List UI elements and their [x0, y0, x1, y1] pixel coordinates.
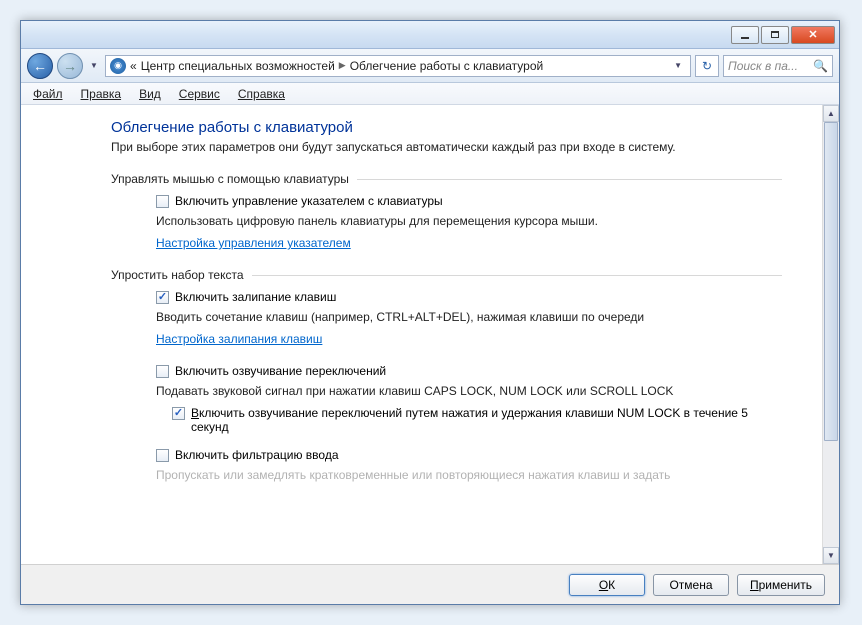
vertical-scrollbar[interactable]: ▲ ▼ [822, 105, 839, 564]
chevron-right-icon: ▶ [339, 60, 346, 71]
checkbox-label: Включить озвучивание переключений [175, 364, 386, 378]
close-button[interactable]: ✕ [791, 26, 835, 44]
breadcrumb-item-2[interactable]: Облегчение работы с клавиатурой [350, 59, 544, 73]
menu-help[interactable]: Справка [230, 85, 293, 103]
page-title: Облегчение работы с клавиатурой [111, 119, 782, 136]
checkbox-icon [156, 291, 169, 304]
checkbox-label: Включить фильтрацию ввода [175, 448, 339, 462]
checkbox-toggle-keys-numlock[interactable]: Включить озвучивание переключений путем … [172, 406, 782, 434]
content-area: Облегчение работы с клавиатурой При выбо… [21, 105, 839, 564]
menu-file[interactable]: Файл [25, 85, 71, 103]
search-input[interactable]: Поиск в па... 🔍 [723, 55, 833, 77]
breadcrumb-icon: ◉ [110, 58, 126, 74]
search-placeholder: Поиск в па... [728, 59, 798, 73]
scroll-down-button[interactable]: ▼ [823, 547, 839, 564]
forward-button[interactable]: → [57, 53, 83, 79]
toggle-keys-desc: Подавать звуковой сигнал при нажатии кла… [156, 384, 782, 398]
cancel-button[interactable]: Отмена [653, 574, 729, 596]
link-sticky-keys-settings[interactable]: Настройка залипания клавиш [156, 332, 782, 346]
checkbox-icon [172, 407, 185, 420]
checkbox-toggle-keys[interactable]: Включить озвучивание переключений [156, 364, 782, 378]
section-mouse-head: Управлять мышью с помощью клавиатуры [111, 172, 782, 186]
apply-button[interactable]: Применить [737, 574, 825, 596]
section-typing-head: Упростить набор текста [111, 268, 782, 282]
sticky-keys-desc: Вводить сочетание клавиш (например, CTRL… [156, 310, 782, 324]
titlebar: ✕ [21, 21, 839, 49]
content-scroll: Облегчение работы с клавиатурой При выбо… [21, 105, 822, 564]
refresh-button[interactable]: ↻ [695, 55, 719, 77]
menu-edit[interactable]: Правка [73, 85, 130, 103]
checkbox-icon [156, 449, 169, 462]
scroll-track[interactable] [823, 122, 839, 547]
checkbox-label: Включить озвучивание переключений путем … [191, 406, 782, 434]
back-button[interactable]: ← [27, 53, 53, 79]
ok-button[interactable]: ОК [569, 574, 645, 596]
scroll-up-button[interactable]: ▲ [823, 105, 839, 122]
link-mouse-keys-settings[interactable]: Настройка управления указателем [156, 236, 782, 250]
checkbox-label: Включить залипание клавиш [175, 290, 336, 304]
checkbox-mouse-keys[interactable]: Включить управление указателем с клавиат… [156, 194, 782, 208]
maximize-button[interactable] [761, 26, 789, 44]
checkbox-label: Включить управление указателем с клавиат… [175, 194, 443, 208]
breadcrumb-item-1[interactable]: Центр специальных возможностей [141, 59, 335, 73]
breadcrumb-dropdown[interactable]: ▼ [670, 61, 686, 70]
window: ✕ ← → ▼ ◉ « Центр специальных возможност… [20, 20, 840, 605]
filter-keys-desc: Пропускать или замедлять кратковременные… [156, 468, 782, 482]
checkbox-icon [156, 365, 169, 378]
menu-service[interactable]: Сервис [171, 85, 228, 103]
mouse-keys-desc: Использовать цифровую панель клавиатуры … [156, 214, 782, 228]
checkbox-icon [156, 195, 169, 208]
close-icon: ✕ [808, 28, 817, 41]
breadcrumb[interactable]: ◉ « Центр специальных возможностей ▶ Обл… [105, 55, 691, 77]
navbar: ← → ▼ ◉ « Центр специальных возможностей… [21, 49, 839, 83]
search-icon: 🔍 [813, 59, 828, 73]
button-bar: ОК Отмена Применить [21, 564, 839, 604]
page-subtitle: При выборе этих параметров они будут зап… [111, 140, 782, 154]
breadcrumb-prefix: « [130, 59, 137, 73]
scroll-thumb[interactable] [824, 122, 838, 441]
menu-view[interactable]: Вид [131, 85, 169, 103]
checkbox-filter-keys[interactable]: Включить фильтрацию ввода [156, 448, 782, 462]
menubar: Файл Правка Вид Сервис Справка [21, 83, 839, 105]
minimize-button[interactable] [731, 26, 759, 44]
nav-history-dropdown[interactable]: ▼ [87, 57, 101, 75]
checkbox-sticky-keys[interactable]: Включить залипание клавиш [156, 290, 782, 304]
